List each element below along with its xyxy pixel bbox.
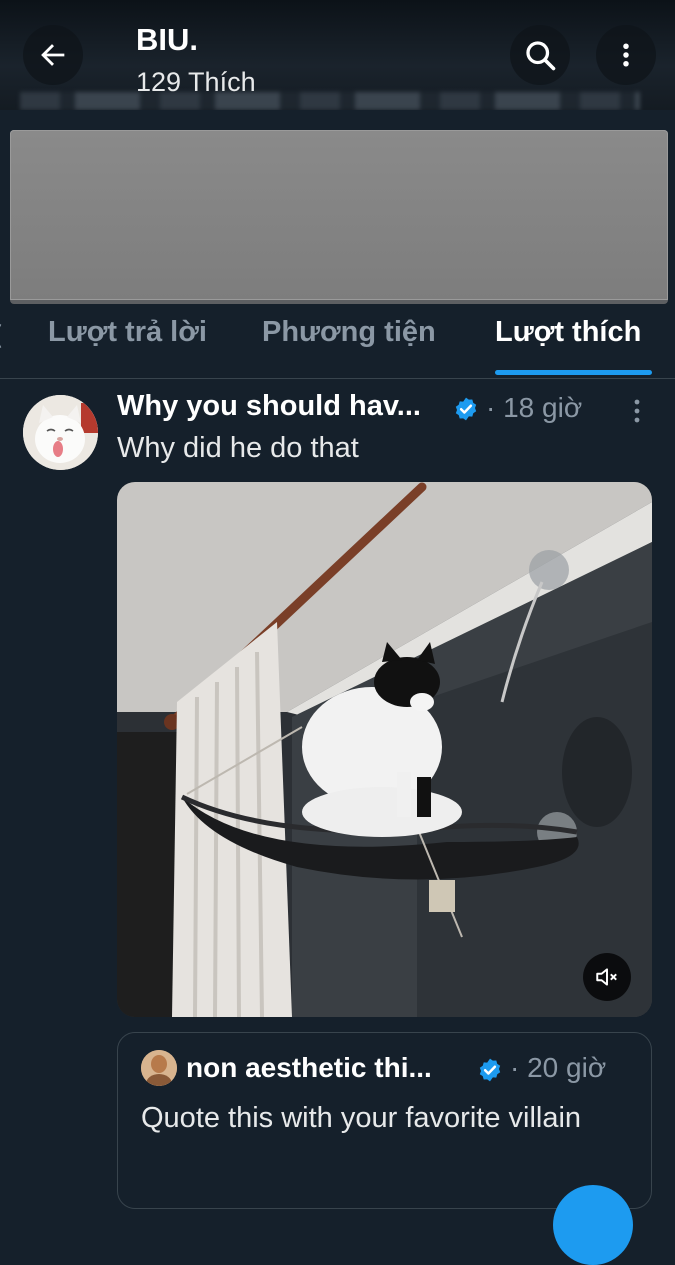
verified-badge-icon bbox=[455, 397, 477, 421]
blurred-follow-stats bbox=[20, 92, 640, 110]
tweet-more-icon[interactable] bbox=[624, 396, 650, 426]
active-tab-indicator bbox=[495, 370, 652, 375]
more-vertical-icon bbox=[623, 43, 629, 67]
quoted-timestamp: · 20 giờ bbox=[510, 1052, 606, 1084]
quoted-tweet-text: Quote this with your favorite villain bbox=[141, 1102, 582, 1134]
speaker-muted-icon bbox=[596, 968, 617, 986]
likes-count: 129 Thích bbox=[136, 67, 256, 97]
verified-badge-icon bbox=[479, 1058, 501, 1082]
cat-avatar-image bbox=[23, 395, 98, 470]
tweet-author-name[interactable]: Why you should hav... bbox=[117, 390, 421, 423]
quoted-author-name: non aesthetic thi... bbox=[186, 1052, 432, 1083]
quoted-author-avatar bbox=[141, 1050, 177, 1086]
mute-button[interactable] bbox=[583, 953, 631, 1001]
search-icon bbox=[526, 41, 556, 71]
tweet-time-value: 18 giờ bbox=[503, 392, 583, 423]
tweet-text: Why did he do that bbox=[117, 432, 359, 464]
back-button[interactable] bbox=[23, 25, 83, 85]
profile-tabs: Lượt trả lời Phương tiện Lượt thích bbox=[0, 300, 675, 379]
tab-replies[interactable]: Lượt trả lời bbox=[48, 316, 207, 349]
video-thumbnail bbox=[117, 482, 652, 1017]
profile-name: BIU. bbox=[136, 22, 198, 57]
time-separator: · bbox=[486, 392, 496, 423]
tweet-author-avatar[interactable] bbox=[23, 395, 98, 470]
profile-banner bbox=[10, 130, 668, 304]
tab-media[interactable]: Phương tiện bbox=[262, 316, 436, 349]
tab-scroll-hint bbox=[0, 324, 2, 348]
compose-button[interactable] bbox=[553, 1185, 633, 1265]
more-options-button[interactable] bbox=[596, 25, 656, 85]
time-separator: · bbox=[510, 1052, 520, 1083]
tab-likes[interactable]: Lượt thích bbox=[495, 316, 641, 349]
person-avatar-image bbox=[141, 1050, 177, 1086]
tweet-video[interactable] bbox=[117, 482, 652, 1017]
profile-header bbox=[0, 0, 675, 110]
arrow-left-icon bbox=[41, 44, 65, 66]
search-button[interactable] bbox=[510, 25, 570, 85]
quoted-time-value: 20 giờ bbox=[527, 1052, 607, 1083]
tweet-timestamp[interactable]: · 18 giờ bbox=[486, 392, 582, 424]
